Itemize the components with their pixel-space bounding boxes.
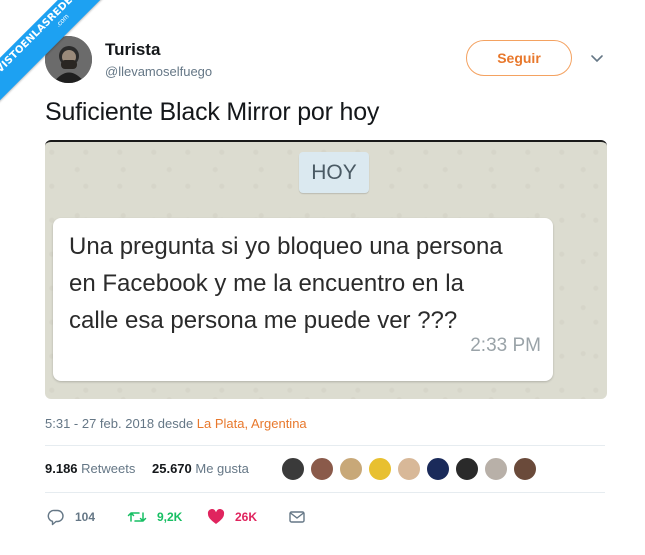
- likes-count: 25.670: [152, 461, 192, 476]
- liker-avatar[interactable]: [513, 457, 537, 481]
- chat-date-label: HOY: [299, 152, 369, 193]
- retweets-count: 9.186: [45, 461, 78, 476]
- liker-avatar[interactable]: [368, 457, 392, 481]
- tweet-timestamp: 5:31 - 27 feb. 2018 desde La Plata, Arge…: [45, 416, 307, 431]
- retweet-count: 9,2K: [157, 510, 183, 524]
- like-button[interactable]: 26K: [207, 506, 257, 528]
- likes-label: Me gusta: [195, 461, 249, 476]
- retweet-icon: [127, 508, 147, 526]
- chevron-down-icon[interactable]: [589, 50, 605, 66]
- message-button[interactable]: [288, 506, 306, 528]
- chat-message-bubble: Una pregunta si yo bloqueo una persona e…: [53, 218, 553, 381]
- tweet-actions: 104 9,2K 26K: [45, 506, 345, 530]
- chat-message-time: 2:33 PM: [470, 335, 541, 356]
- liker-avatar[interactable]: [397, 457, 421, 481]
- divider: [45, 492, 605, 493]
- timestamp-text[interactable]: 5:31 - 27 feb. 2018 desde: [45, 416, 197, 431]
- retweet-button[interactable]: 9,2K: [127, 506, 182, 528]
- display-name[interactable]: Turista: [105, 40, 160, 60]
- envelope-icon: [288, 509, 306, 525]
- tweet-stats: 9.186 Retweets 25.670 Me gusta: [45, 454, 605, 484]
- liker-avatar[interactable]: [339, 457, 363, 481]
- reply-icon: [47, 508, 65, 526]
- chat-message-text: Una pregunta si yo bloqueo una persona e…: [69, 233, 503, 334]
- liker-avatar[interactable]: [484, 457, 508, 481]
- retweets-label: Retweets: [81, 461, 136, 476]
- liker-avatar[interactable]: [310, 457, 334, 481]
- location-link[interactable]: La Plata, Argentina: [197, 416, 307, 431]
- tweet-media[interactable]: HOY Una pregunta si yo bloqueo una perso…: [45, 140, 607, 399]
- reply-button[interactable]: 104: [47, 506, 95, 528]
- heart-icon: [207, 509, 225, 525]
- liker-avatar[interactable]: [455, 457, 479, 481]
- likes-stat[interactable]: 25.670 Me gusta: [152, 461, 249, 476]
- follow-button[interactable]: Seguir: [466, 40, 572, 76]
- divider: [45, 445, 605, 446]
- like-count: 26K: [235, 510, 258, 524]
- reply-count: 104: [75, 510, 96, 524]
- retweets-stat[interactable]: 9.186 Retweets: [45, 461, 135, 476]
- liker-avatar[interactable]: [426, 457, 450, 481]
- tweet-header: Turista @llevamoselfuego Seguir: [45, 33, 615, 87]
- tweet-text: Suficiente Black Mirror por hoy: [45, 98, 380, 126]
- liker-avatar[interactable]: [281, 457, 305, 481]
- user-handle[interactable]: @llevamoselfuego: [105, 64, 212, 79]
